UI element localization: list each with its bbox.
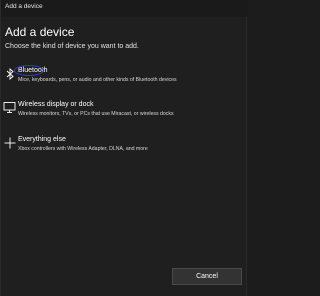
page-title: Add a device bbox=[5, 25, 75, 39]
everything-else-option-title: Everything else bbox=[18, 136, 66, 143]
title-bar: Add a device bbox=[1, 0, 248, 17]
wireless-display-option-description: Wireless monitors, TVs, or PCs that use … bbox=[18, 111, 174, 117]
everything-else-option-description: Xbox controllers with Wireless Adapter, … bbox=[18, 146, 148, 152]
plus-icon bbox=[3, 136, 17, 150]
bluetooth-option-title: Bluetooth bbox=[18, 67, 48, 74]
window-title: Add a device bbox=[5, 3, 43, 10]
bluetooth-option-description: Mice, keyboards, pens, or audio and othe… bbox=[18, 77, 177, 83]
add-device-window: Add a device Add a device Choose the kin… bbox=[0, 0, 248, 296]
page-subtitle: Choose the kind of device you want to ad… bbox=[5, 43, 139, 50]
monitor-icon bbox=[3, 101, 17, 115]
wireless-display-option-title: Wireless display or dock bbox=[18, 101, 94, 108]
bluetooth-icon bbox=[3, 67, 17, 81]
wireless-display-option[interactable]: Wireless display or dock Wireless monito… bbox=[1, 101, 248, 127]
bluetooth-option[interactable]: Bluetooth Mice, keyboards, pens, or audi… bbox=[1, 67, 248, 93]
everything-else-option[interactable]: Everything else Xbox controllers with Wi… bbox=[1, 136, 248, 162]
cancel-button[interactable]: Cancel bbox=[172, 268, 242, 285]
